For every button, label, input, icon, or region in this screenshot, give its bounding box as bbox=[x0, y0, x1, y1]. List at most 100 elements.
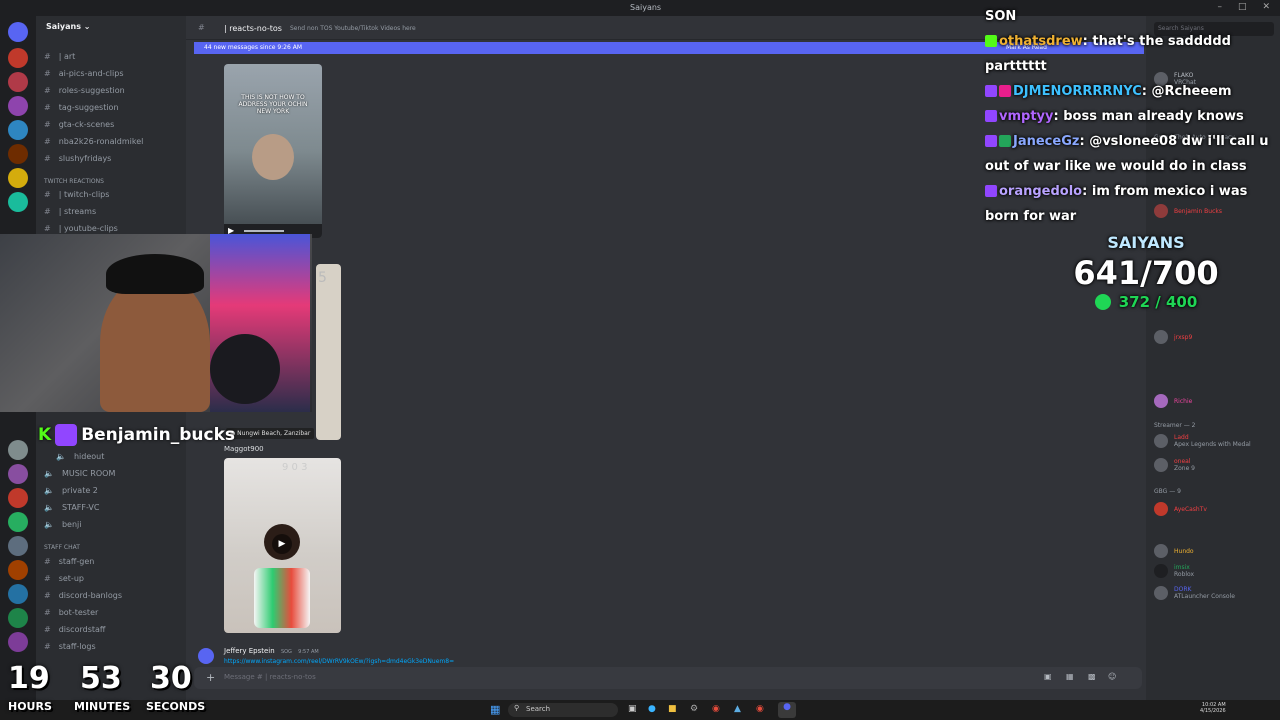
server-icon[interactable] bbox=[8, 144, 28, 164]
channel-item[interactable]: # set-up bbox=[44, 572, 84, 586]
kick-icon: K bbox=[38, 425, 52, 445]
channel-item[interactable]: # gta-ck-scenes bbox=[44, 118, 114, 132]
hash-icon: # bbox=[44, 224, 51, 233]
hash-icon: # bbox=[44, 137, 51, 146]
discord-icon[interactable]: ● bbox=[778, 702, 796, 718]
timer-hours-label: HOURS bbox=[8, 700, 52, 713]
message-link[interactable]: https://www.instagram.com/reel/DWrRV9kOE… bbox=[224, 658, 454, 665]
folder-icon[interactable]: ■ bbox=[668, 704, 677, 714]
server-icon[interactable] bbox=[8, 512, 28, 532]
gif-icon[interactable]: ▦ bbox=[1066, 672, 1074, 681]
category-staff[interactable]: STAFF CHAT bbox=[44, 544, 80, 551]
streamer-shape bbox=[100, 274, 210, 412]
voice-channel[interactable]: 🔈 private 2 bbox=[44, 484, 98, 498]
server-icon[interactable] bbox=[8, 96, 28, 116]
channel-item[interactable]: # tag-suggestion bbox=[44, 101, 119, 115]
obs-icon[interactable]: ◉ bbox=[756, 704, 764, 714]
badge-icon bbox=[985, 185, 997, 197]
channel-name: | reacts-no-tos bbox=[224, 24, 282, 33]
face-shape bbox=[252, 134, 294, 180]
channel-item[interactable]: # staff-gen bbox=[44, 555, 94, 569]
edge-icon[interactable]: ● bbox=[648, 704, 656, 714]
member-item[interactable]: AyeCashTv bbox=[1154, 502, 1207, 516]
chat-message: orangedolo: im from mexico i was born fo… bbox=[985, 184, 1248, 224]
system-clock[interactable]: 10:02 AM 4/15/2026 bbox=[1200, 702, 1226, 714]
hash-icon: # bbox=[44, 574, 51, 583]
server-icon[interactable] bbox=[8, 192, 28, 212]
message-time: 9:57 AM bbox=[298, 649, 319, 655]
server-icon[interactable] bbox=[8, 440, 28, 460]
server-icon[interactable] bbox=[8, 488, 28, 508]
channel-item[interactable]: # discord-banlogs bbox=[44, 589, 122, 603]
member-item[interactable]: Ladd Apex Legends with Medal bbox=[1154, 434, 1251, 448]
category-twitch[interactable]: Twitch Reactions bbox=[44, 178, 104, 185]
channel-item[interactable]: # bot-tester bbox=[44, 606, 98, 620]
hash-icon: # bbox=[44, 625, 51, 634]
kick-dot-icon bbox=[1094, 294, 1111, 310]
member-item[interactable]: Richie bbox=[1154, 394, 1192, 408]
streamer-name-tag: K Benjamin_bucks bbox=[38, 424, 235, 446]
message-author[interactable]: Jeffery Epstein bbox=[224, 647, 275, 655]
channel-item[interactable]: # slushyfridays bbox=[44, 152, 111, 166]
channel-item[interactable]: # nba2k26-ronaldmikel bbox=[44, 135, 143, 149]
voice-channel[interactable]: 🔈 MUSIC ROOM bbox=[44, 467, 115, 481]
channel-item[interactable]: # ai-pics-and-clips bbox=[44, 67, 124, 81]
server-icon[interactable] bbox=[8, 536, 28, 556]
channel-topic[interactable]: Send non TOS Youtube/Tiktok Videos here bbox=[290, 25, 416, 32]
server-icon[interactable] bbox=[8, 584, 28, 604]
hash-icon: # bbox=[44, 86, 51, 95]
server-icon[interactable] bbox=[8, 22, 28, 42]
gift-icon[interactable]: ▣ bbox=[1044, 672, 1052, 681]
channel-item[interactable]: # | twitch-clips bbox=[44, 188, 109, 202]
server-icon[interactable] bbox=[8, 464, 28, 484]
taskbar-search[interactable]: ⚲ Search bbox=[508, 703, 618, 717]
timer-hours: 19 bbox=[8, 661, 50, 696]
webcam-feed bbox=[0, 234, 312, 412]
message-placeholder: Message # | reacts-no-tos bbox=[224, 673, 316, 681]
avatar[interactable] bbox=[198, 648, 214, 664]
video-attachment[interactable]: 9 0 3 ▶ bbox=[224, 458, 341, 633]
image-attachment[interactable]: 5 bbox=[316, 264, 341, 440]
emoji-icon[interactable]: ☺ bbox=[1108, 672, 1116, 681]
app-icon[interactable]: ▲ bbox=[734, 704, 741, 714]
sticker-icon[interactable]: ▩ bbox=[1088, 672, 1096, 681]
member-item[interactable]: imsix Roblox bbox=[1154, 564, 1194, 578]
server-name: Saiyans bbox=[46, 22, 81, 31]
video-attachment[interactable]: THIS IS NOT HOW TO ADDRESS YOUR OCHIN NE… bbox=[224, 64, 322, 238]
message-author[interactable]: Maggot900 bbox=[224, 445, 264, 453]
channel-item[interactable]: # discordstaff bbox=[44, 623, 105, 637]
voice-channel[interactable]: 🔈 STAFF-VC bbox=[44, 501, 99, 515]
server-icon[interactable] bbox=[8, 72, 28, 92]
message-input[interactable]: + Message # | reacts-no-tos ▣ ▦ ▩ ☺ bbox=[194, 667, 1142, 689]
add-attachment-icon[interactable]: + bbox=[206, 671, 215, 684]
play-icon[interactable]: ▶ bbox=[272, 534, 292, 554]
hash-icon: # bbox=[198, 23, 205, 32]
chrome-icon[interactable]: ◉ bbox=[712, 704, 720, 714]
server-icon[interactable] bbox=[8, 608, 28, 628]
taskview-icon[interactable]: ▣ bbox=[628, 704, 637, 714]
voice-channel[interactable]: 🔈 benji bbox=[44, 518, 81, 532]
channel-item[interactable]: # roles-suggestion bbox=[44, 84, 125, 98]
channel-item[interactable]: # staff-logs bbox=[44, 640, 96, 654]
member-item[interactable]: Hundo bbox=[1154, 544, 1194, 558]
location-tag: ● Nungwi Beach, Zanzibar bbox=[226, 428, 315, 439]
avatar bbox=[1154, 544, 1168, 558]
channel-item[interactable]: # | art bbox=[44, 50, 75, 64]
badge-icon bbox=[985, 35, 997, 47]
channel-item[interactable]: # | streams bbox=[44, 205, 96, 219]
server-icon[interactable] bbox=[8, 168, 28, 188]
member-item[interactable]: oneal Zone 9 bbox=[1154, 458, 1195, 472]
settings-icon[interactable]: ⚙ bbox=[690, 704, 698, 714]
video-progress[interactable] bbox=[244, 230, 284, 232]
voice-channel[interactable]: 🔈 hideout bbox=[56, 450, 104, 464]
server-icon[interactable] bbox=[8, 120, 28, 140]
avatar bbox=[1154, 394, 1168, 408]
server-icon[interactable] bbox=[8, 48, 28, 68]
windows-start-icon[interactable]: ▦ bbox=[490, 703, 500, 716]
hash-icon: # bbox=[44, 608, 51, 617]
server-header[interactable]: Saiyans ⌄ bbox=[36, 16, 186, 40]
server-icon[interactable] bbox=[8, 632, 28, 652]
server-icon[interactable] bbox=[8, 560, 28, 580]
member-item[interactable]: jrxsp9 bbox=[1154, 330, 1192, 344]
member-item[interactable]: DORK ATLauncher Console bbox=[1154, 586, 1235, 600]
